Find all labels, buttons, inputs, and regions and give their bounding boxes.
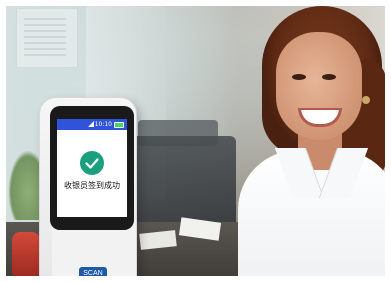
scan-button[interactable]: SCAN [79,267,107,281]
cashier-left-eye [292,74,306,80]
device-screen: 10:10 收银员签到成功 [57,119,127,217]
checkin-success-message: 收银员签到成功 [64,181,120,190]
red-bottle [12,232,40,276]
cashier-earring [362,96,370,104]
status-bar: 10:10 [57,119,127,130]
battery-icon [114,122,124,128]
signal-icon [88,121,94,127]
shelf-lines [24,18,66,56]
check-icon [80,151,104,175]
cashier-right-eye [322,74,336,80]
photo-scene: 10:10 收银员签到成功 SCAN [0,0,391,282]
status-time: 10:10 [94,121,112,128]
